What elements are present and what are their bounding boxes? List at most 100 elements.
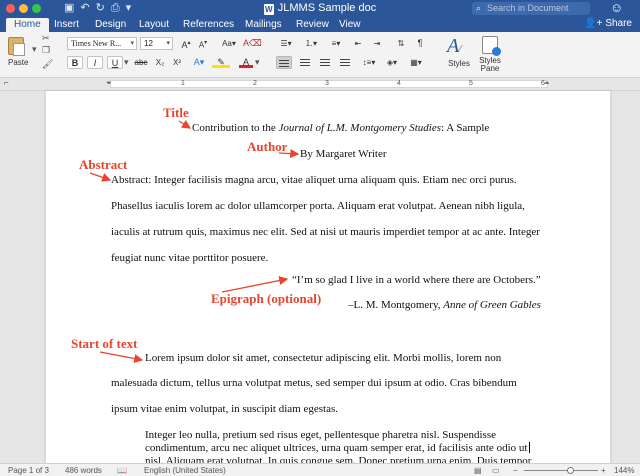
annotation-epigraph: Epigraph (optional)	[211, 291, 322, 306]
styles-gallery-icon[interactable]: A⁄	[447, 35, 461, 58]
ruler-number: 3	[325, 80, 329, 87]
clear-formatting-icon[interactable]: A⌫	[243, 37, 262, 50]
ruler-number: 2	[253, 80, 257, 87]
annotation-title: Title	[163, 105, 189, 120]
share-button[interactable]: 👤+ Share	[584, 18, 632, 29]
horizontal-ruler[interactable]: ⌐ 1 2 3 4 5 6 ⏷ ⏶	[0, 78, 640, 91]
bullets-button[interactable]: ☰▾	[275, 37, 297, 50]
cut-icon[interactable]: ✂	[42, 33, 50, 44]
tab-stop-selector-icon[interactable]: ⌐	[4, 78, 9, 87]
block-quote-line: Integer leo nulla, pretium sed risus ege…	[145, 429, 496, 441]
paste-button[interactable]	[8, 37, 25, 56]
feedback-smiley-icon[interactable]: ☺	[610, 0, 623, 15]
borders-button[interactable]: ▦▾	[405, 56, 427, 69]
align-right-icon	[320, 59, 330, 66]
zoom-level[interactable]: 144%	[614, 466, 634, 475]
zoom-slider-handle[interactable]	[567, 467, 574, 474]
tab-review[interactable]: Review	[296, 18, 329, 32]
body-line: Lorem ipsum dolor sit amet, consectetur …	[145, 352, 502, 364]
word-count[interactable]: 486 words	[65, 466, 102, 475]
numbering-button[interactable]: ⒈▾	[300, 37, 322, 50]
title-line: Contribution to the Journal of L.M. Mont…	[192, 122, 490, 134]
tab-references[interactable]: References	[183, 18, 234, 32]
shading-button[interactable]: ◈▾	[382, 56, 402, 69]
tab-design[interactable]: Design	[95, 18, 126, 32]
styles-pane-label: Styles Pane	[479, 56, 501, 73]
format-painter-icon[interactable]: 🖌	[42, 59, 53, 70]
text-effects-button[interactable]: A▾	[190, 56, 208, 69]
bold-button[interactable]: B	[67, 56, 83, 69]
chevron-down-icon[interactable]: ▾	[255, 57, 260, 68]
ruler-number: 4	[397, 80, 401, 87]
chevron-down-icon[interactable]: ▾	[124, 57, 129, 68]
abstract-arrow	[89, 172, 112, 182]
grow-font-button[interactable]: A▴	[179, 37, 193, 50]
font-color-icon[interactable]: A	[239, 56, 253, 68]
document-page[interactable]: Title Author Abstract Epigraph (optional…	[45, 91, 611, 467]
tab-insert[interactable]: Insert	[54, 18, 79, 32]
title-arrow	[178, 119, 192, 129]
align-right-button[interactable]	[317, 56, 333, 69]
styles-pane-button[interactable]	[482, 36, 501, 56]
align-center-button[interactable]	[297, 56, 313, 69]
paste-options-chevron-icon[interactable]: ▾	[32, 44, 37, 55]
align-left-icon	[279, 60, 289, 67]
annotation-start-of-text: Start of text	[71, 336, 138, 351]
decrease-indent-button[interactable]: ⇤	[350, 37, 366, 50]
epigraph-quote: “I’m so glad I live in a world where the…	[292, 274, 541, 286]
highlight-color-icon[interactable]: ✎	[212, 56, 230, 68]
page-count[interactable]: Page 1 of 3	[8, 466, 49, 475]
multilevel-list-button[interactable]: ≡▾	[325, 37, 347, 50]
author-line: By Margaret Writer	[300, 148, 387, 160]
justify-icon	[340, 59, 350, 66]
tab-layout[interactable]: Layout	[139, 18, 169, 32]
copy-icon[interactable]: ❐	[42, 45, 50, 56]
underline-button[interactable]: U	[107, 56, 123, 69]
ribbon-tabs: Home Insert Design Layout References Mai…	[0, 17, 640, 32]
zoom-out-icon[interactable]: −	[513, 466, 518, 475]
text-cursor	[529, 442, 531, 453]
font-size-select[interactable]: 12 ▾	[140, 37, 173, 50]
chevron-down-icon: ▾	[166, 40, 170, 47]
tab-mailings[interactable]: Mailings	[245, 18, 282, 32]
abstract-line: Abstract: Integer facilisis magna arcu, …	[111, 174, 517, 186]
left-indent-marker-icon[interactable]: ⏷	[106, 80, 112, 88]
shrink-font-button[interactable]: A▾	[196, 37, 210, 50]
search-input[interactable]: ⌕ Search in Document	[472, 2, 590, 15]
add-person-icon: 👤+	[584, 18, 603, 29]
word-doc-icon: W	[263, 4, 274, 15]
tab-view[interactable]: View	[339, 18, 361, 32]
annotation-author: Author	[247, 139, 288, 154]
increase-indent-button[interactable]: ⇥	[369, 37, 385, 50]
language-indicator[interactable]: English (United States)	[144, 466, 226, 475]
justify-button[interactable]	[337, 56, 353, 69]
title-bar: ▣↶↻⎙▾ W JLMMS Sample doc ⌕ Search in Docu…	[0, 0, 640, 17]
ribbon: Paste ▾ ✂ ❐ 🖌 Times New R... ▾ 12 ▾ A▴ A▾ …	[0, 32, 640, 78]
epigraph-attribution: –L. M. Montgomery, Anne of Green Gables	[348, 299, 541, 311]
abstract-line: Phasellus iaculis lorem ac dolor ullamco…	[111, 200, 525, 212]
annotation-abstract: Abstract	[79, 157, 128, 172]
change-case-button[interactable]: Aa▾	[219, 37, 239, 50]
font-name-select[interactable]: Times New R... ▾	[67, 37, 137, 50]
strikethrough-button[interactable]: abc	[132, 56, 150, 69]
status-bar: Page 1 of 3 486 words 📖 English (United …	[0, 463, 640, 476]
right-indent-marker-icon[interactable]: ⏶	[544, 80, 550, 88]
show-formatting-icon[interactable]: ¶	[413, 37, 427, 50]
tab-home[interactable]: Home	[6, 18, 49, 32]
start-arrow	[99, 351, 144, 364]
zoom-in-icon[interactable]: +	[601, 466, 606, 475]
ruler-track: 1 2 3 4 5 6	[110, 80, 548, 88]
ruler-number: 1	[181, 80, 185, 87]
print-layout-icon[interactable]: ▤	[474, 466, 482, 475]
sort-button[interactable]: ⇅	[393, 37, 409, 50]
superscript-button[interactable]: X²	[170, 56, 184, 69]
abstract-line: feugiat nunc vitae porttitor posuere.	[111, 252, 269, 264]
web-layout-icon[interactable]: ▭	[492, 466, 500, 475]
align-left-button[interactable]	[276, 56, 292, 69]
paste-label: Paste	[8, 58, 29, 67]
italic-button[interactable]: I	[87, 56, 103, 69]
proofing-icon[interactable]: 📖	[117, 466, 127, 475]
zoom-slider[interactable]	[524, 470, 598, 471]
subscript-button[interactable]: X₂	[153, 56, 167, 69]
line-spacing-button[interactable]: ↕≡▾	[359, 56, 379, 69]
